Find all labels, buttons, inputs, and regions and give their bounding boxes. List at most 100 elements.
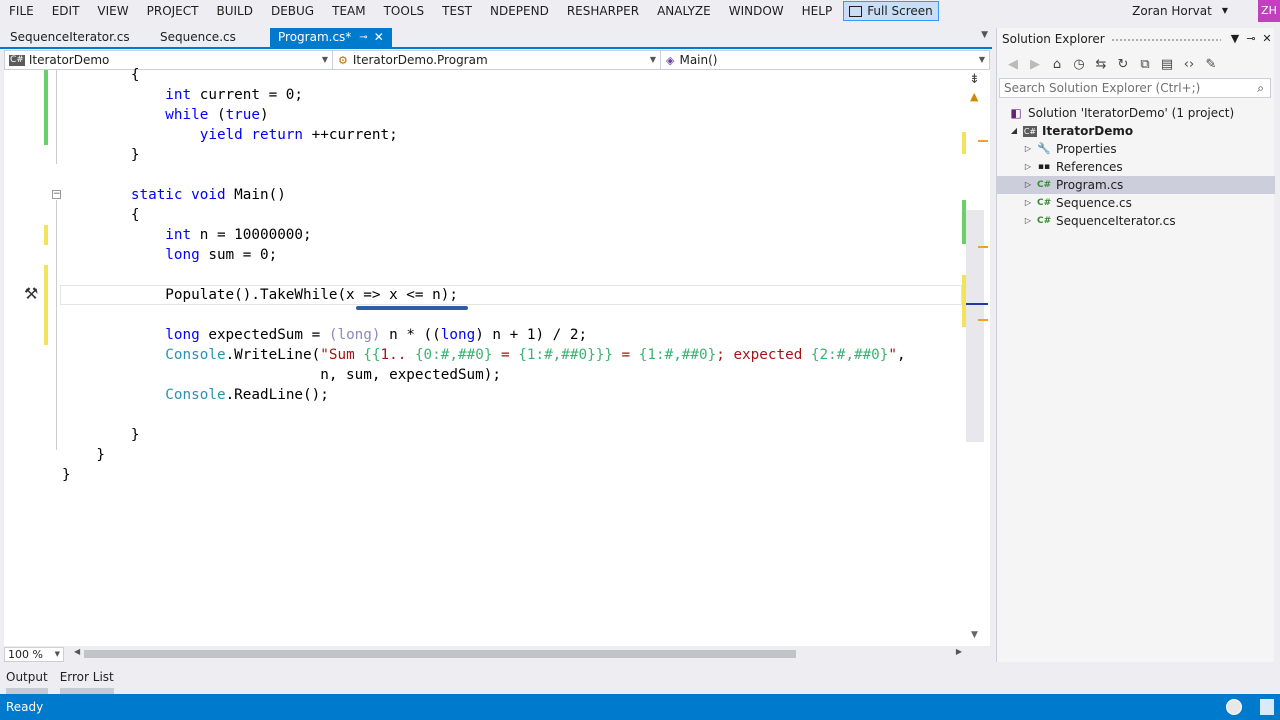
format-item: {0:#,##0} xyxy=(414,347,493,363)
collapsed-icon[interactable]: ▷ xyxy=(1023,158,1033,176)
warning-icon[interactable]: ▲ xyxy=(970,90,978,103)
split-icon[interactable]: ⇟ xyxy=(969,72,980,87)
back-icon[interactable]: ◀ xyxy=(1005,57,1021,72)
code-line: } xyxy=(62,447,106,463)
resize-grip-icon[interactable] xyxy=(1260,699,1274,715)
menu-test[interactable]: TEST xyxy=(433,0,481,22)
pin-icon[interactable]: ⊸ xyxy=(1243,28,1259,50)
menu-view[interactable]: VIEW xyxy=(88,0,137,22)
csharp-file-icon: C# xyxy=(1037,216,1052,226)
menu-edit[interactable]: EDIT xyxy=(43,0,89,22)
tree-node-sequence-cs[interactable]: ▷ C# Sequence.cs xyxy=(997,194,1275,212)
solution-explorer-header: Solution Explorer ▼ ⊸ ✕ xyxy=(997,28,1275,50)
csharp-project-icon: C# xyxy=(1023,125,1037,137)
vertical-scrollbar[interactable]: ⇟ ▼ xyxy=(966,70,988,646)
hammer-icon[interactable]: ⚒ xyxy=(24,284,38,303)
project-dropdown[interactable]: C# IteratorDemo ▼ xyxy=(5,51,333,69)
type-dropdown[interactable]: ⚙ IteratorDemo.Program ▼ xyxy=(333,51,661,69)
menu-bar: FILE EDIT VIEW PROJECT BUILD DEBUG TEAM … xyxy=(0,0,1280,22)
zoom-dropdown[interactable]: 100 % ▼ xyxy=(4,646,64,662)
menu-team[interactable]: TEAM xyxy=(323,0,374,22)
change-marker-saved xyxy=(44,70,48,145)
collapsed-icon[interactable]: ▷ xyxy=(1023,140,1033,158)
menu-analyze[interactable]: ANALYZE xyxy=(648,0,720,22)
tree-node-program-cs[interactable]: ▷ C# Program.cs xyxy=(997,176,1275,194)
code-line: n, sum, expectedSum); xyxy=(62,367,501,383)
tree-node-solution[interactable]: ◧ Solution 'IteratorDemo' (1 project) xyxy=(997,104,1275,122)
collapsed-icon[interactable]: ▷ xyxy=(1023,194,1033,212)
scroll-left-icon[interactable]: ◀ xyxy=(74,647,80,656)
show-all-files-icon[interactable]: ▤ xyxy=(1159,57,1175,72)
status-text: Ready xyxy=(6,700,44,714)
collapsed-icon[interactable]: ▷ xyxy=(1023,212,1033,230)
tab-label: SequenceIterator.cs xyxy=(10,30,130,44)
view-code-icon[interactable]: ‹› xyxy=(1181,57,1197,72)
scrollbar-thumb[interactable] xyxy=(966,210,984,442)
sync-icon[interactable]: ⇆ xyxy=(1093,57,1109,72)
string-literal: ; expected xyxy=(716,347,811,363)
type-console: Console xyxy=(165,347,226,363)
csharp-project-icon: C# xyxy=(9,54,25,66)
tab-program[interactable]: Program.cs* ⊸ ✕ xyxy=(270,28,392,47)
drag-handle[interactable] xyxy=(1110,38,1221,42)
properties-icon[interactable]: ✎ xyxy=(1203,57,1219,72)
scroll-right-icon[interactable]: ▶ xyxy=(956,647,962,656)
keyword-return: return xyxy=(251,127,304,143)
forward-icon[interactable]: ▶ xyxy=(1027,57,1043,72)
pin-icon[interactable]: ⊸ xyxy=(359,28,367,47)
history-icon[interactable]: ◷ xyxy=(1071,57,1087,72)
csharp-file-icon: C# xyxy=(1037,180,1052,190)
scroll-down-icon[interactable]: ▼ xyxy=(971,630,978,640)
menu-tools[interactable]: TOOLS xyxy=(375,0,434,22)
horizontal-scrollbar[interactable]: ◀ ▶ xyxy=(74,647,962,660)
full-screen-button[interactable]: Full Screen xyxy=(843,1,939,21)
tab-output[interactable]: Output xyxy=(0,668,54,694)
tree-node-references[interactable]: ▷ ▪▪ References xyxy=(997,158,1275,176)
scrollbar-thumb[interactable] xyxy=(84,650,796,658)
code-line: while (true) xyxy=(165,107,269,123)
search-icon[interactable]: ⌕ xyxy=(1257,79,1264,97)
tab-overflow-dropdown-icon[interactable]: ▼ xyxy=(981,30,988,40)
format-item: {1:#,##0} xyxy=(638,347,717,363)
code-line: Console.WriteLine("Sum {{1.. {0:#,##0} =… xyxy=(165,347,906,363)
collapsed-icon[interactable]: ▷ xyxy=(1023,176,1033,194)
keyword-yield: yield xyxy=(199,127,243,143)
menu-help[interactable]: HELP xyxy=(793,0,842,22)
home-icon[interactable]: ⌂ xyxy=(1049,57,1065,72)
collapse-toggle[interactable]: − xyxy=(52,190,61,199)
chevron-down-icon: ▼ xyxy=(1221,6,1228,15)
menu-window[interactable]: WINDOW xyxy=(720,0,793,22)
menu-file[interactable]: FILE xyxy=(0,0,43,22)
refresh-icon[interactable]: ↻ xyxy=(1115,57,1131,72)
notification-icon[interactable] xyxy=(1226,699,1242,715)
expanded-icon[interactable]: ◢ xyxy=(1009,122,1019,140)
solution-explorer-search-input[interactable]: Search Solution Explorer (Ctrl+;) ⌕ xyxy=(999,78,1271,98)
tree-node-project[interactable]: ◢ C# IteratorDemo xyxy=(997,122,1275,140)
tab-error-list[interactable]: Error List xyxy=(54,668,120,694)
menu-debug[interactable]: DEBUG xyxy=(262,0,323,22)
code-line: int n = 10000000; xyxy=(165,227,312,243)
chevron-down-icon[interactable]: ▼ xyxy=(1227,28,1243,50)
collapse-all-icon[interactable]: ⧉ xyxy=(1137,57,1153,72)
close-icon[interactable]: ✕ xyxy=(1259,28,1275,50)
tab-sequence[interactable]: Sequence.cs xyxy=(152,28,244,47)
member-dropdown[interactable]: ◈ Main() ▼ xyxy=(661,51,989,69)
menu-ndepend[interactable]: NDEPEND xyxy=(481,0,558,22)
format-item: {{ xyxy=(363,347,381,363)
menu-build[interactable]: BUILD xyxy=(207,0,261,22)
tree-node-sequenceiterator-cs[interactable]: ▷ C# SequenceIterator.cs xyxy=(997,212,1275,230)
code-line: } xyxy=(62,467,71,483)
keyword-long: long xyxy=(165,247,200,263)
chevron-down-icon: ▼ xyxy=(54,649,60,658)
user-account[interactable]: Zoran Horvat ▼ xyxy=(1132,0,1228,22)
close-icon[interactable]: ✕ xyxy=(374,28,384,47)
code-editor[interactable]: − ⚒ { int current = 0; while (true) yiel… xyxy=(4,67,990,646)
menu-project[interactable]: PROJECT xyxy=(138,0,208,22)
tab-sequenceiterator[interactable]: SequenceIterator.cs xyxy=(2,28,138,47)
menu-resharper[interactable]: RESHARPER xyxy=(558,0,648,22)
code-text[interactable]: { int current = 0; while (true) yield re… xyxy=(62,67,906,483)
overview-change-marker xyxy=(962,200,966,244)
avatar[interactable]: ZH xyxy=(1258,0,1280,22)
tree-node-properties[interactable]: ▷ 🔧 Properties xyxy=(997,140,1275,158)
tab-label: Sequence.cs xyxy=(160,30,236,44)
